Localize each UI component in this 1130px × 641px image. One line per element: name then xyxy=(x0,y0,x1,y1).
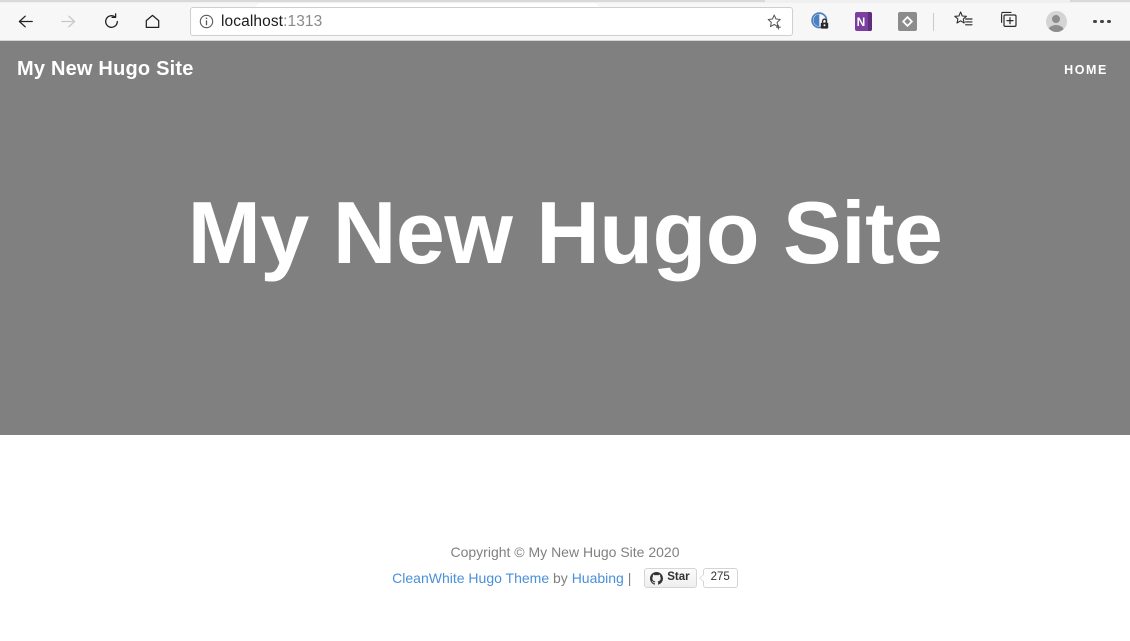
footer-separator: | xyxy=(623,570,636,586)
url-port: :1313 xyxy=(283,12,323,30)
url-input[interactable]: localhost:1313 xyxy=(221,13,758,31)
forward-arrow-icon xyxy=(59,12,78,31)
home-button[interactable] xyxy=(135,7,169,37)
diamond-glyph xyxy=(897,12,917,31)
footer-theme-link[interactable]: CleanWhite Hugo Theme xyxy=(392,565,549,591)
home-icon xyxy=(143,12,162,31)
back-arrow-icon xyxy=(16,12,35,31)
profile-button[interactable] xyxy=(1039,7,1073,37)
browser-nav-row: localhost:1313 N xyxy=(0,3,1130,40)
footer-credits: CleanWhite Hugo Theme by Huabing | Star … xyxy=(0,565,1130,591)
onenote-letter: N xyxy=(856,14,866,29)
address-bar[interactable]: localhost:1313 xyxy=(190,7,793,36)
onenote-extension-icon[interactable]: N xyxy=(846,7,880,37)
github-star-button[interactable]: Star xyxy=(644,568,697,588)
collections-icon xyxy=(999,9,1020,35)
github-star-count[interactable]: 275 xyxy=(698,568,738,588)
site-info-icon[interactable] xyxy=(191,14,221,29)
github-star-count-value: 275 xyxy=(710,571,730,584)
back-button[interactable] xyxy=(8,7,42,37)
browser-chrome: localhost:1313 N xyxy=(0,0,1130,41)
collections-button[interactable] xyxy=(992,7,1026,37)
site-hero-masthead: My New Hugo Site HOME My New Hugo Site xyxy=(0,41,1130,435)
settings-and-more-button[interactable] xyxy=(1085,7,1119,37)
favorites-star-list-icon xyxy=(953,9,974,35)
toolbar-divider xyxy=(933,12,934,31)
tab-strip-edge-right xyxy=(1070,0,1130,2)
diamond-extension-icon[interactable] xyxy=(890,7,924,37)
footer-by-text: by xyxy=(549,570,572,586)
github-star-widget: Star 275 xyxy=(644,568,738,588)
reload-button[interactable] xyxy=(94,7,128,37)
brave-shields-icon[interactable] xyxy=(803,7,837,37)
footer-author-link[interactable]: Huabing xyxy=(572,565,624,591)
forward-button[interactable] xyxy=(51,7,85,37)
browser-toolbar-icons: N xyxy=(799,7,1119,37)
page-title: My New Hugo Site xyxy=(187,183,943,282)
github-star-label: Star xyxy=(667,571,690,584)
hero-heading-wrap: My New Hugo Site xyxy=(0,41,1130,435)
avatar xyxy=(1045,11,1067,32)
main-content xyxy=(0,435,1130,531)
favorites-button[interactable] xyxy=(946,7,980,37)
github-mark-icon xyxy=(650,571,664,585)
footer-copyright: Copyright © My New Hugo Site 2020 xyxy=(450,544,680,560)
page-viewport: My New Hugo Site HOME My New Hugo Site C… xyxy=(0,41,1130,641)
reload-icon xyxy=(102,12,121,31)
url-host: localhost xyxy=(221,12,284,30)
more-dots-icon xyxy=(1093,19,1111,24)
add-favorite-star-icon[interactable] xyxy=(758,8,792,35)
site-footer: Copyright © My New Hugo Site 2020 CleanW… xyxy=(0,531,1130,591)
onenote-glyph: N xyxy=(854,12,872,31)
